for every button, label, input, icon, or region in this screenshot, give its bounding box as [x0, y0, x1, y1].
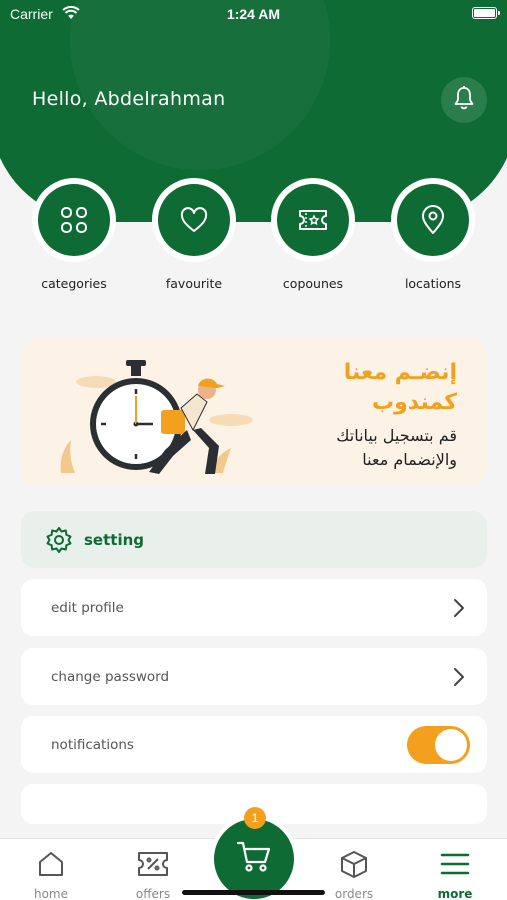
- banner-subtitle-line1: قم بتسجيل بياناتك: [336, 426, 457, 445]
- favourite-label: favourite: [165, 276, 223, 291]
- toggle-knob: [435, 729, 467, 761]
- heart-icon: [158, 184, 230, 256]
- locations-button[interactable]: [391, 178, 475, 262]
- join-as-courier-banner[interactable]: إنضـم معنا كمندوب قم بتسجيل بياناتك والإ…: [21, 340, 487, 485]
- nav-orders[interactable]: orders: [314, 849, 394, 900]
- banner-title-line1: إنضـم معنا: [343, 360, 457, 385]
- settings-section-header: setting: [21, 511, 487, 568]
- locations-label: locations: [404, 276, 462, 291]
- edit-profile-row[interactable]: edit profile: [21, 579, 487, 636]
- chevron-right-icon: [453, 598, 465, 622]
- greeting-text: Hello, Abdelrahman: [32, 88, 226, 110]
- edit-profile-label: edit profile: [51, 600, 124, 616]
- change-password-label: change password: [51, 669, 170, 685]
- nav-more[interactable]: more: [415, 849, 495, 900]
- coupon-icon: [277, 184, 349, 256]
- banner-subtitle: قم بتسجيل بياناتك والإنضمام معنا: [237, 424, 457, 472]
- menu-lines-icon: [415, 849, 495, 879]
- notifications-button[interactable]: [441, 77, 487, 123]
- nav-orders-label: orders: [334, 887, 374, 900]
- box-icon: [314, 849, 394, 879]
- nav-more-label: more: [437, 887, 473, 900]
- offers-icon: [113, 849, 193, 879]
- nav-offers-label: offers: [135, 887, 171, 900]
- grid-icon: [38, 184, 110, 256]
- change-password-row[interactable]: change password: [21, 648, 487, 705]
- cart-button[interactable]: [214, 819, 294, 899]
- battery-icon: [472, 7, 500, 19]
- gear-icon: [45, 526, 73, 558]
- clock: 1:24 AM: [226, 6, 281, 22]
- banner-title-line2: كمندوب: [371, 390, 457, 415]
- home-indicator: [182, 890, 325, 895]
- notifications-label: notifications: [51, 737, 134, 753]
- bell-icon: [452, 85, 476, 115]
- cart-icon: [236, 840, 272, 878]
- banner-subtitle-line2: والإنضمام معنا: [362, 450, 457, 469]
- favourite-button[interactable]: [152, 178, 236, 262]
- chevron-right-icon: [453, 667, 465, 691]
- cart-count-badge: 1: [244, 807, 266, 829]
- coupons-label: copounes: [282, 276, 344, 291]
- coupons-button[interactable]: [271, 178, 355, 262]
- location-pin-icon: [397, 184, 469, 256]
- banner-title: إنضـم معنا كمندوب: [257, 358, 457, 418]
- home-icon: [11, 849, 91, 879]
- notifications-toggle[interactable]: [407, 726, 470, 764]
- nav-home[interactable]: home: [11, 849, 91, 900]
- categories-label: categories: [41, 276, 107, 291]
- nav-offers[interactable]: offers: [113, 849, 193, 900]
- nav-home-label: home: [33, 887, 69, 900]
- settings-header-label: setting: [84, 531, 144, 549]
- status-bar: Carrier 1:24 AM: [0, 0, 507, 28]
- notifications-row: notifications: [21, 716, 487, 773]
- categories-button[interactable]: [32, 178, 116, 262]
